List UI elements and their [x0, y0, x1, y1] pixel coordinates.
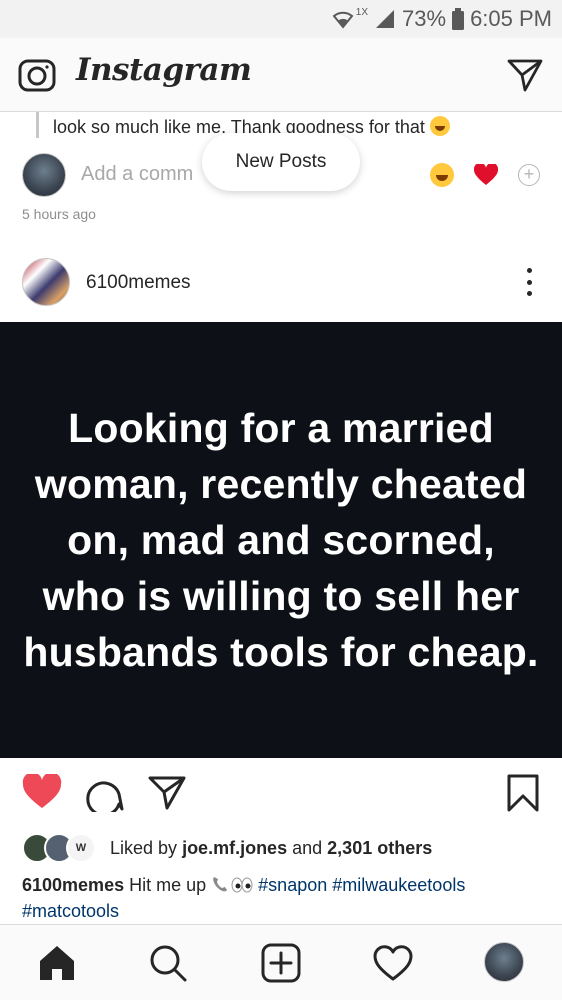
- new-posts-button[interactable]: New Posts: [202, 133, 360, 191]
- laughing-emoji-icon: [429, 116, 450, 136]
- caption-username[interactable]: 6100memes: [22, 875, 124, 895]
- camera-icon[interactable]: [18, 56, 56, 94]
- heart-emoji-icon[interactable]: [474, 164, 498, 186]
- post-caption: 6100memes Hit me up #snapon #milwaukeeto…: [22, 872, 542, 924]
- profile-avatar[interactable]: [484, 942, 524, 982]
- own-avatar: [22, 153, 66, 197]
- battery-icon: [452, 8, 465, 30]
- likes-summary[interactable]: W Liked by joe.mf.jones and 2,301 others: [22, 833, 562, 863]
- laughing-emoji-icon[interactable]: [430, 163, 454, 187]
- signal-icon: [376, 10, 395, 28]
- avatar[interactable]: [22, 258, 70, 306]
- wifi-icon: [332, 11, 354, 29]
- hashtag-link[interactable]: #milwaukeetools: [332, 875, 465, 895]
- save-bookmark-icon[interactable]: [506, 774, 540, 812]
- hashtag-link[interactable]: #snapon: [258, 875, 327, 895]
- network-type-label: 1X: [355, 6, 369, 18]
- post-image-text: Looking for a married woman, recently ch…: [23, 405, 539, 675]
- app-header: Instagram: [0, 38, 562, 112]
- caption-text: Hit me up: [129, 875, 207, 895]
- direct-message-icon[interactable]: [506, 56, 544, 94]
- app-title: Instagram: [76, 52, 252, 88]
- battery-percent: 73%: [402, 6, 447, 31]
- new-post-icon[interactable]: [261, 943, 301, 983]
- post-timestamp: 5 hours ago: [22, 206, 96, 222]
- hashtag-link[interactable]: #matcotools: [22, 901, 119, 921]
- comment-icon[interactable]: [86, 774, 124, 812]
- avatar: W: [66, 833, 96, 863]
- clock: 6:05 PM: [470, 6, 552, 31]
- activity-icon[interactable]: [373, 943, 413, 983]
- liker-username[interactable]: joe.mf.jones: [182, 838, 287, 858]
- phone-icon: [213, 877, 228, 892]
- post-image[interactable]: Looking for a married woman, recently ch…: [0, 322, 562, 758]
- post-header: 6100memes: [0, 252, 562, 314]
- likes-count[interactable]: 2,301 others: [327, 838, 432, 858]
- post-username[interactable]: 6100memes: [86, 272, 191, 294]
- like-heart-icon[interactable]: [22, 774, 62, 810]
- share-icon[interactable]: [148, 774, 186, 812]
- search-icon[interactable]: [148, 943, 188, 983]
- eyes-icon: [231, 877, 253, 893]
- bottom-navigation: [0, 924, 562, 1000]
- more-options-icon[interactable]: [526, 268, 532, 296]
- home-icon[interactable]: [37, 943, 77, 983]
- liked-by-and: and: [292, 837, 323, 858]
- liked-by-prefix: Liked by: [110, 837, 178, 858]
- likes-text: Liked by joe.mf.jones and 2,301 others: [110, 838, 432, 859]
- liker-avatars: W: [22, 833, 102, 863]
- comment-thread-line: [36, 112, 39, 138]
- post-actions: [0, 770, 562, 820]
- quick-reactions: +: [430, 163, 540, 187]
- add-emoji-icon[interactable]: +: [518, 164, 540, 186]
- status-icons: 1X 73% 6:05 PM: [332, 5, 552, 33]
- add-comment-input[interactable]: Add a comm: [81, 163, 193, 186]
- status-bar: 1X 73% 6:05 PM: [0, 0, 562, 38]
